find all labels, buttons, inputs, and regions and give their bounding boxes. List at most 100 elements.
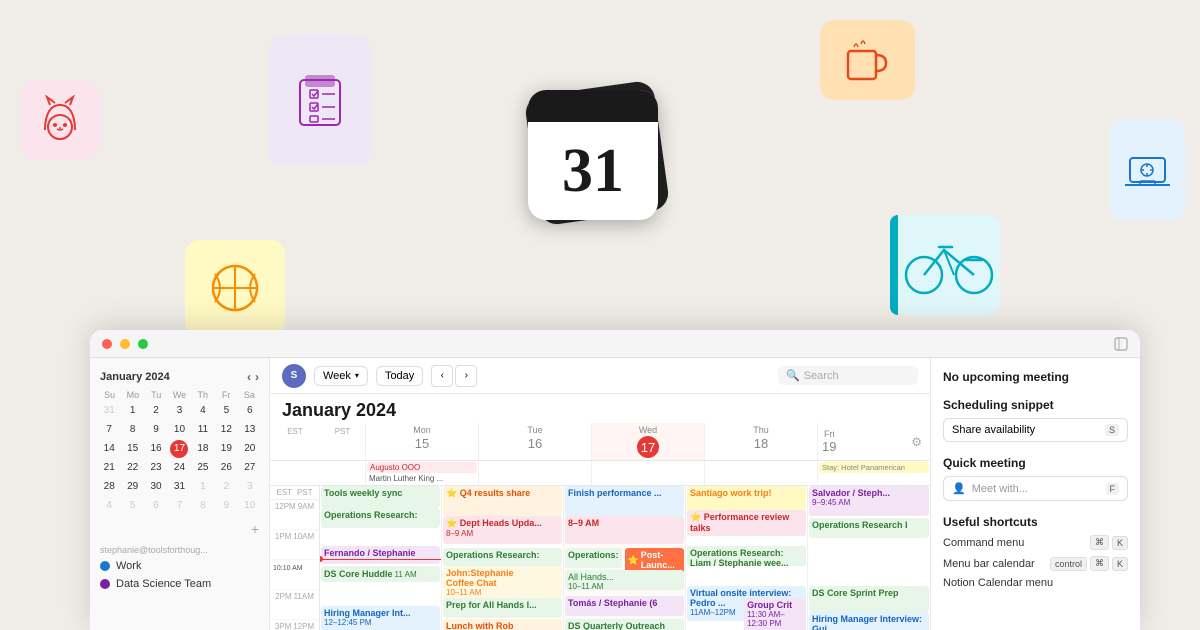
tomas-stephanie-event[interactable]: Tomás / Stephanie (6: [565, 596, 684, 616]
sidebar-item-data-science[interactable]: Data Science Team: [90, 575, 269, 593]
8-9am-event[interactable]: 8–9 AM: [565, 516, 684, 544]
mini-cal-next[interactable]: ›: [255, 370, 259, 384]
maximize-button[interactable]: [138, 339, 148, 349]
day-header-tue: Tue 16: [478, 423, 591, 460]
settings-icon[interactable]: ⚙: [911, 435, 922, 449]
pst-label: PST: [335, 427, 351, 436]
ds-core-sprint-event[interactable]: DS Core Sprint Prep: [809, 586, 929, 612]
prev-week-button[interactable]: ‹: [431, 365, 453, 387]
hotel-event[interactable]: Stay: Hotel Panamerican: [819, 462, 929, 473]
fernando-stephanie-event[interactable]: Fernando / Stephanie: [321, 546, 440, 564]
mini-cal-grid: Su Mo Tu We Th Fr Sa 31 123456 789101112…: [90, 388, 269, 517]
days-header: EST PST Mon 15 Tue 16 Wed 17 T: [270, 423, 930, 461]
next-week-button[interactable]: ›: [455, 365, 477, 387]
month-title: January 2024: [270, 394, 930, 423]
shortcut-menu-bar-cal: Menu bar calendar control ⌘ K: [943, 556, 1128, 571]
content-area: January 2024 ‹ › Su Mo Tu We Th Fr Sa 31: [90, 358, 1140, 630]
search-placeholder: Search: [804, 370, 839, 382]
quick-meeting-label: Quick meeting: [943, 456, 1128, 470]
day-header-wed: Wed 17: [591, 423, 704, 460]
checklist-icon: [270, 35, 370, 165]
today-button[interactable]: Today: [376, 366, 423, 386]
group-crit-event[interactable]: Group Crit 11:30 AM–12:30 PM: [744, 598, 806, 630]
ops-research-event[interactable]: Operations Research:: [321, 508, 440, 528]
search-box[interactable]: 🔍 Search: [778, 366, 918, 385]
meet-shortcut: F: [1106, 483, 1120, 495]
day-header-thu: Thu 18: [704, 423, 817, 460]
tuesday-column: ⭐ Q4 results share ⭐ Dept Heads Upda... …: [442, 486, 564, 630]
ds-core-huddle-event[interactable]: DS Core Huddle 11 AM: [321, 566, 440, 582]
all-hands-event[interactable]: All Hands... 10–11 AM: [565, 570, 684, 590]
friday-column: Salvador / Steph... 9–9:45 AM Operations…: [808, 486, 930, 630]
tz-header-est: EST: [270, 423, 320, 460]
ops-research-thu-event[interactable]: Operations Research: Liam / Stephanie we…: [687, 546, 806, 566]
quick-meeting-section: Quick meeting 👤 Meet with... F: [943, 456, 1128, 501]
mini-cal-prev[interactable]: ‹: [247, 370, 251, 384]
nav-arrows: ‹ ›: [431, 365, 477, 387]
search-icon: 🔍: [786, 369, 800, 382]
notion-cal-label: Notion Calendar menu: [943, 577, 1053, 589]
hiring-manager-interview-event[interactable]: Hiring Manager Interview: Gui ... 11:30 …: [809, 612, 929, 630]
mini-cal-days-header: Su Mo Tu We Th Fr Sa: [98, 390, 261, 400]
day-header-mon: Mon 15: [365, 423, 478, 460]
ops-research-fri-event[interactable]: Operations Research I: [809, 518, 929, 538]
augusto-ooo-event[interactable]: Augusto OOO: [367, 462, 477, 473]
dept-heads-event[interactable]: ⭐ Dept Heads Upda... 8–9 AM: [443, 516, 562, 544]
salvador-stephanie-event[interactable]: Salvador / Steph... 9–9:45 AM: [809, 486, 929, 516]
view-selector[interactable]: Week ▾: [314, 366, 368, 386]
top-bar: S Week ▾ Today ‹ › 🔍 Search: [270, 358, 930, 394]
finish-performance-event[interactable]: Finish performance ...: [565, 486, 684, 516]
operations-wed-event[interactable]: Operations:: [565, 548, 622, 568]
cal-grid: EST PST 12PM9AM 1PM10AM 10:10 AM 2PM 2PM: [270, 486, 930, 630]
shortcuts-label: Useful shortcuts: [943, 515, 1128, 529]
chevron-down-icon: ▾: [355, 371, 359, 380]
title-bar: [90, 330, 1140, 358]
lunch-rob-event[interactable]: Lunch with Rob 12–1 PM: [443, 619, 562, 630]
close-button[interactable]: [102, 339, 112, 349]
coffee-chat-event[interactable]: John:Stephanie Coffee Chat 10–11 AM: [443, 566, 562, 598]
app-icon-calendar: 31: [520, 80, 680, 240]
menu-bar-cal-keys: control ⌘ K: [1050, 556, 1128, 571]
santiago-event[interactable]: Santiago work trip!: [687, 486, 806, 510]
q4-results-event[interactable]: ⭐ Q4 results share: [443, 486, 562, 516]
mini-cal-nav: ‹ ›: [247, 370, 259, 384]
mini-cal-month-label: January 2024: [100, 371, 170, 383]
add-calendar-button[interactable]: +: [251, 521, 259, 537]
thursday-column: Santiago work trip! ⭐ Performance review…: [686, 486, 808, 630]
command-menu-keys: ⌘ K: [1090, 535, 1128, 550]
meet-with-input[interactable]: 👤 Meet with... F: [943, 476, 1128, 501]
hiring-manager-event[interactable]: Hiring Manager Int... 12–12:45 PM: [321, 606, 440, 630]
est-label: EST: [287, 427, 303, 436]
calendar-main: S Week ▾ Today ‹ › 🔍 Search January 2024: [270, 358, 930, 630]
sidebar-item-work[interactable]: Work: [90, 557, 269, 575]
app-window: January 2024 ‹ › Su Mo Tu We Th Fr Sa 31: [90, 330, 1140, 630]
tools-weekly-sync-event[interactable]: Tools weekly sync: [321, 486, 440, 508]
meet-with-placeholder: Meet with...: [972, 483, 1028, 495]
share-availability-button[interactable]: Share availability S: [943, 418, 1128, 442]
prep-all-hands-event[interactable]: Prep for All Hands l...: [443, 598, 562, 618]
scheduling-label: Scheduling snippet: [943, 398, 1128, 412]
all-day-row: Augusto OOO Martin Luther King ... Stay:…: [270, 461, 930, 486]
command-menu-label: Command menu: [943, 537, 1024, 549]
no-upcoming-section: No upcoming meeting: [943, 370, 1128, 384]
ops-research-tue-event[interactable]: Operations Research:: [443, 548, 562, 566]
perf-review-event[interactable]: ⭐ Performance review talks: [687, 510, 806, 536]
day-header-fri: Fri 19 ⚙: [817, 423, 930, 460]
mlk-event[interactable]: Martin Luther King ...: [367, 473, 477, 484]
minimize-button[interactable]: [120, 339, 130, 349]
view-label: Week: [323, 370, 351, 382]
all-day-fri: Stay: Hotel Panamerican: [817, 461, 930, 485]
all-day-thu: [704, 461, 817, 485]
laptop-icon: [1110, 120, 1185, 220]
all-day-tue: [478, 461, 591, 485]
layout-icon: [1114, 337, 1128, 351]
avatar[interactable]: S: [282, 364, 306, 388]
work-calendar-dot: [100, 561, 110, 571]
time-column: EST PST 12PM9AM 1PM10AM 10:10 AM 2PM 2PM: [270, 486, 320, 630]
scheduling-section: Scheduling snippet Share availability S: [943, 398, 1128, 442]
mini-cal-days: 31 123456 78910111213 14151617181920 212…: [98, 402, 261, 515]
share-avail-shortcut: S: [1105, 424, 1119, 436]
sidebar: January 2024 ‹ › Su Mo Tu We Th Fr Sa 31: [90, 358, 270, 630]
ds-quarterly-event[interactable]: DS Quarterly Outreach 12–12:45 PM: [565, 619, 684, 630]
shortcut-notion-cal: Notion Calendar menu: [943, 577, 1128, 589]
